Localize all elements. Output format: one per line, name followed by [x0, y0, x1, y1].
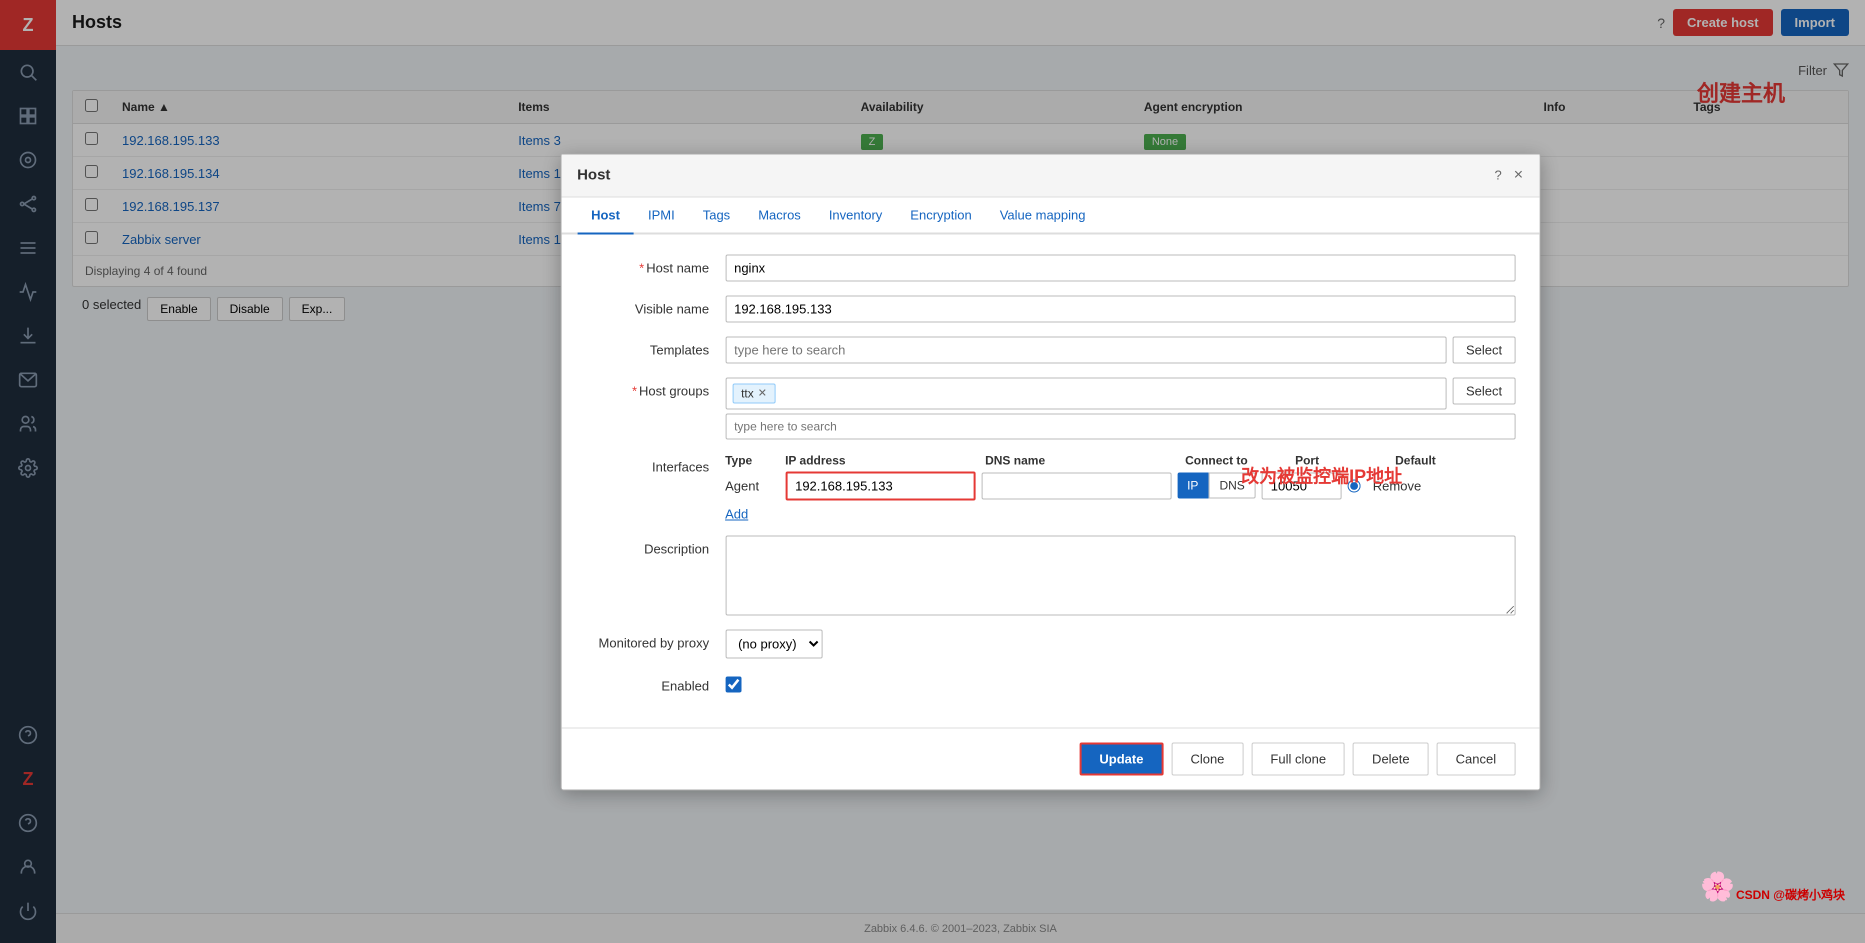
templates-label: Templates: [585, 336, 725, 357]
dialog-title: Host: [577, 167, 610, 184]
host-groups-search[interactable]: [782, 384, 1440, 403]
description-label: Description: [585, 535, 725, 556]
description-textarea[interactable]: [725, 535, 1515, 615]
tab-macros[interactable]: Macros: [744, 197, 815, 234]
host-groups-select-button[interactable]: Select: [1453, 377, 1515, 404]
dialog-header: Host ? ×: [561, 154, 1539, 197]
host-name-row: Host name: [585, 254, 1515, 281]
interfaces-header: Type IP address DNS name Connect to Port…: [725, 453, 1515, 467]
host-groups-input[interactable]: ttx ✕: [725, 377, 1447, 409]
iface-col-ip: IP address: [785, 453, 985, 467]
visible-name-row: Visible name: [585, 295, 1515, 322]
interfaces-section: Type IP address DNS name Connect to Port…: [725, 453, 1515, 521]
iface-dns-input[interactable]: [981, 472, 1171, 499]
dialog-help-icon[interactable]: ?: [1495, 168, 1502, 183]
host-group-tag: ttx ✕: [732, 383, 776, 403]
host-groups-row: Host groups ttx ✕ Select: [585, 377, 1515, 439]
visible-name-label: Visible name: [585, 295, 725, 316]
iface-remove-link[interactable]: Remove: [1373, 478, 1421, 493]
iface-add-link[interactable]: Add: [725, 506, 748, 521]
clone-button[interactable]: Clone: [1171, 742, 1243, 775]
doodle-decoration: 🌸: [1700, 870, 1735, 903]
enabled-checkbox[interactable]: [725, 676, 741, 692]
dialog-tabs: Host IPMI Tags Macros Inventory Encrypti…: [561, 197, 1539, 234]
tag-remove-icon[interactable]: ✕: [758, 387, 767, 400]
iface-connect-btns: IP DNS: [1177, 473, 1256, 499]
tab-inventory[interactable]: Inventory: [815, 197, 896, 234]
tab-tags[interactable]: Tags: [689, 197, 744, 234]
iface-col-dns: DNS name: [985, 453, 1185, 467]
full-clone-button[interactable]: Full clone: [1251, 742, 1345, 775]
iface-col-default: Default: [1395, 453, 1495, 467]
host-groups-label: Host groups: [585, 377, 725, 398]
iface-col-port: Port: [1295, 453, 1395, 467]
proxy-row: Monitored by proxy (no proxy): [585, 629, 1515, 658]
host-name-input[interactable]: [725, 254, 1515, 281]
enabled-label: Enabled: [585, 672, 725, 693]
templates-input[interactable]: [725, 336, 1447, 363]
cancel-button[interactable]: Cancel: [1437, 742, 1515, 775]
dialog-body: Host name Visible name Templates Select …: [561, 234, 1539, 727]
iface-col-connect: Connect to: [1185, 453, 1295, 467]
delete-button[interactable]: Delete: [1353, 742, 1429, 775]
tab-host[interactable]: Host: [577, 197, 634, 234]
tab-encryption[interactable]: Encryption: [896, 197, 985, 234]
iface-ip-input[interactable]: [785, 471, 975, 500]
interfaces-label: Interfaces: [585, 453, 725, 474]
templates-select-button[interactable]: Select: [1453, 336, 1515, 363]
iface-ip-button[interactable]: IP: [1177, 473, 1208, 499]
update-button[interactable]: Update: [1079, 742, 1163, 775]
description-row: Description: [585, 535, 1515, 615]
iface-col-type: Type: [725, 453, 785, 467]
templates-row: Templates Select: [585, 336, 1515, 363]
tab-ipmi[interactable]: IPMI: [634, 197, 689, 234]
interface-row: Agent IP DNS Remove: [725, 471, 1515, 500]
interfaces-row: Interfaces Type IP address DNS name Conn…: [585, 453, 1515, 521]
watermark: CSDN @碳烤小鸡块: [1736, 886, 1845, 903]
host-dialog: Host ? × Host IPMI Tags Macros Inventory…: [560, 153, 1540, 790]
visible-name-input[interactable]: [725, 295, 1515, 322]
iface-dns-button[interactable]: DNS: [1208, 473, 1255, 499]
tab-value-mapping[interactable]: Value mapping: [986, 197, 1100, 234]
host-name-label: Host name: [585, 254, 725, 275]
host-groups-type-search[interactable]: [725, 413, 1515, 439]
dialog-footer: Update Clone Full clone Delete Cancel: [561, 727, 1539, 789]
iface-port-input[interactable]: [1262, 472, 1342, 499]
dialog-close-icon[interactable]: ×: [1514, 166, 1523, 184]
proxy-select[interactable]: (no proxy): [725, 629, 822, 658]
proxy-label: Monitored by proxy: [585, 629, 725, 650]
iface-type-label: Agent: [725, 478, 779, 493]
enabled-row: Enabled: [585, 672, 1515, 693]
iface-default-radio[interactable]: [1348, 479, 1361, 492]
